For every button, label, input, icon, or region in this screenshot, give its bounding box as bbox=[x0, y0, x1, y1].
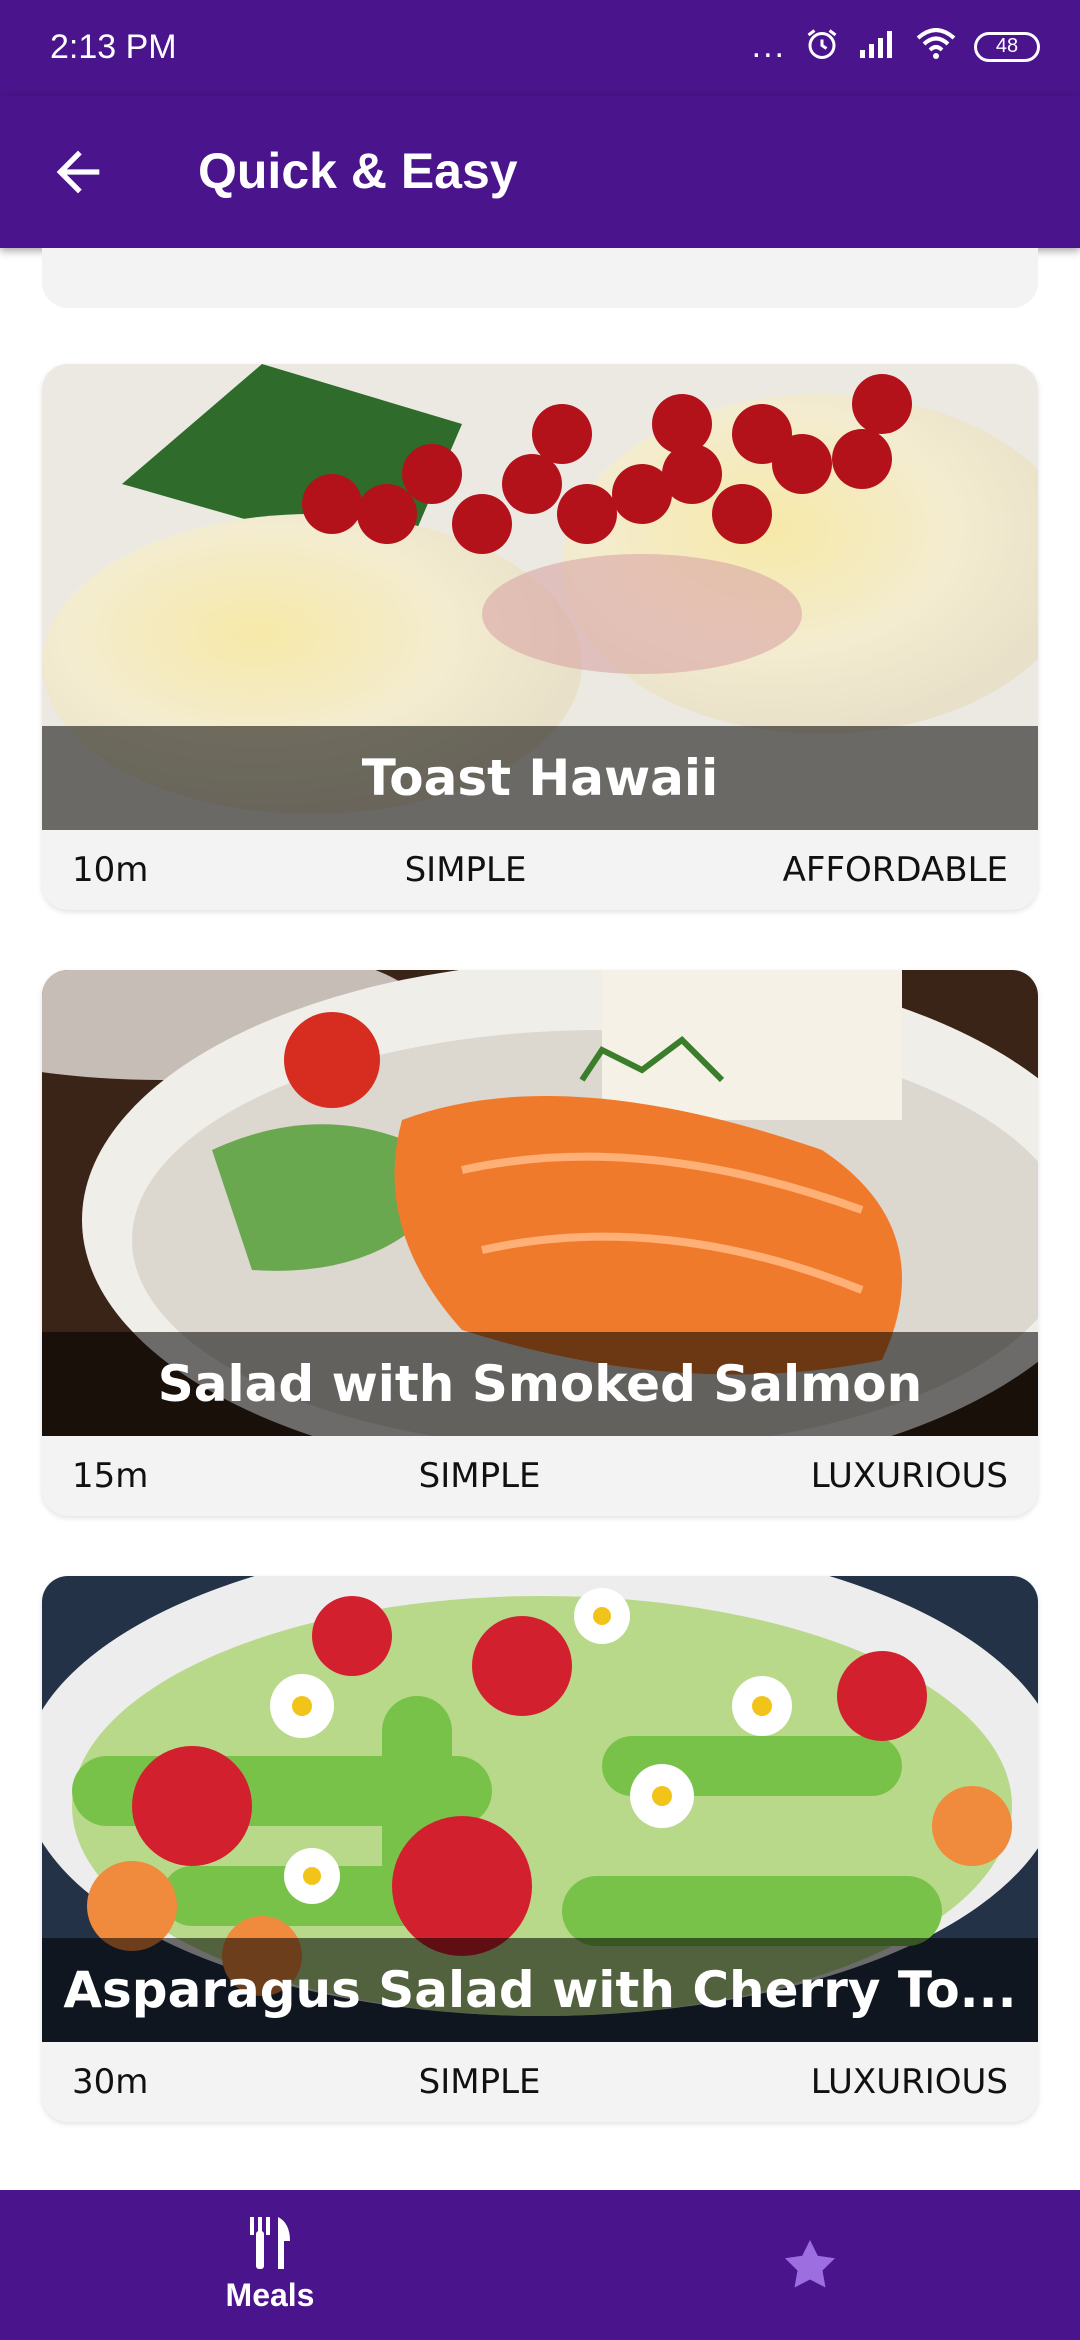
meal-title: Salad with Smoked Salmon bbox=[42, 1332, 1038, 1436]
arrow-back-icon bbox=[56, 150, 100, 194]
signal-icon bbox=[858, 28, 898, 65]
partial-meal-card[interactable] bbox=[42, 248, 1038, 308]
meal-duration: 30m bbox=[72, 2062, 149, 2102]
meal-meta: 10m SIMPLE AFFORDABLE bbox=[42, 830, 1038, 910]
meal-title: Toast Hawaii bbox=[42, 726, 1038, 830]
notification-dots: ... bbox=[751, 27, 786, 65]
meal-complexity: SIMPLE bbox=[418, 1456, 541, 1496]
app-bar: Quick & Easy bbox=[0, 96, 1080, 248]
nav-label-meals: Meals bbox=[225, 2276, 315, 2313]
meal-affordability: LUXURIOUS bbox=[810, 2062, 1008, 2102]
nav-tab-favorites[interactable] bbox=[540, 2190, 1080, 2340]
nav-tab-meals[interactable]: Meals bbox=[0, 2190, 540, 2340]
page-title: Quick & Easy bbox=[198, 143, 518, 199]
meal-title: Asparagus Salad with Cherry To... bbox=[42, 1938, 1038, 2042]
meal-card[interactable]: Asparagus Salad with Cherry To... 30m SI… bbox=[42, 1576, 1038, 2122]
meal-card[interactable]: Toast Hawaii 10m SIMPLE AFFORDABLE bbox=[42, 364, 1038, 910]
bottom-navigation: Meals bbox=[0, 2190, 1080, 2340]
restaurant-icon bbox=[250, 2216, 290, 2269]
meal-complexity: SIMPLE bbox=[418, 2062, 541, 2102]
alarm-icon bbox=[804, 26, 840, 67]
status-time: 2:13 PM bbox=[50, 28, 177, 66]
status-bar: 2:13 PM ... 48 bbox=[0, 0, 1080, 96]
back-button[interactable] bbox=[46, 140, 110, 204]
meal-affordability: LUXURIOUS bbox=[810, 1456, 1008, 1496]
meal-duration: 15m bbox=[72, 1456, 149, 1496]
meal-meta: 30m SIMPLE LUXURIOUS bbox=[42, 2042, 1038, 2122]
star-icon bbox=[785, 2240, 835, 2288]
meal-meta: 15m SIMPLE LUXURIOUS bbox=[42, 1436, 1038, 1516]
meal-list[interactable]: Toast Hawaii 10m SIMPLE AFFORDABLE Salad… bbox=[0, 248, 1080, 2190]
meal-card[interactable]: Salad with Smoked Salmon 15m SIMPLE LUXU… bbox=[42, 970, 1038, 1516]
meal-complexity: SIMPLE bbox=[404, 850, 527, 890]
wifi-icon bbox=[916, 28, 956, 65]
meal-duration: 10m bbox=[72, 850, 149, 890]
status-icons: ... 48 bbox=[752, 26, 1040, 67]
battery-indicator: 48 bbox=[974, 31, 1040, 62]
meal-affordability: AFFORDABLE bbox=[782, 850, 1008, 890]
